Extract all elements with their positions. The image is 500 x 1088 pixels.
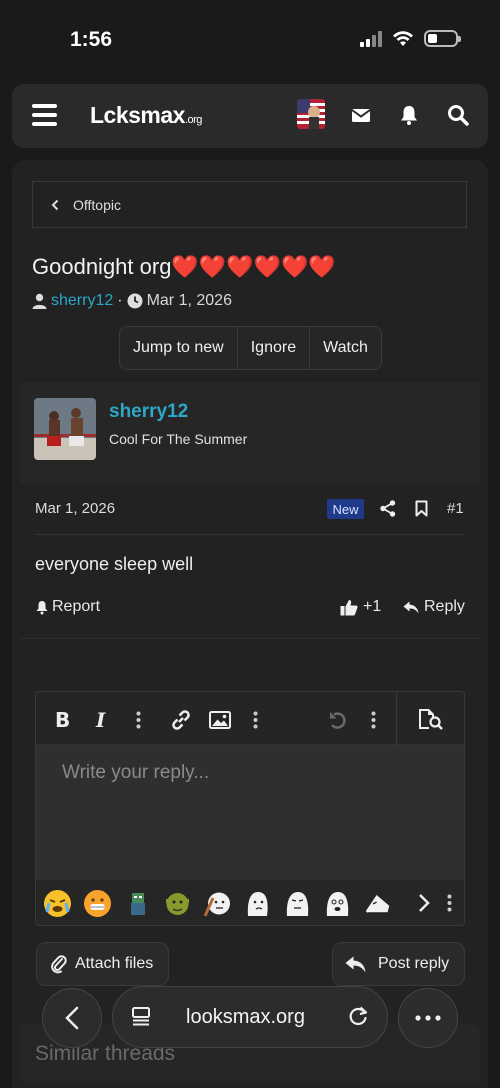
grimace-emoji[interactable] [84, 890, 111, 917]
emoji-bar [36, 880, 464, 925]
jump-to-new-button[interactable]: Jump to new [120, 327, 238, 369]
reply-button[interactable]: Reply [403, 598, 465, 616]
breadcrumb[interactable]: Offtopic [32, 181, 467, 228]
user-icon [32, 293, 47, 309]
reply-label: Reply [424, 598, 465, 615]
divider [20, 638, 480, 639]
attach-files-label: Attach files [75, 955, 154, 972]
post-actions: Report +1 Reply [35, 598, 465, 620]
editor-toolbar: B I [36, 692, 464, 745]
report-button[interactable]: Report [35, 598, 100, 616]
user-avatar[interactable] [34, 398, 96, 460]
user-title: Cool For The Summer [109, 431, 248, 447]
bookmark-icon[interactable] [415, 500, 428, 517]
new-badge: New [327, 499, 364, 519]
like-button[interactable]: +1 [340, 598, 381, 616]
reply-placeholder: Write your reply... [62, 762, 210, 783]
ignore-button[interactable]: Ignore [238, 327, 311, 369]
image-icon[interactable] [209, 711, 231, 729]
signal-icon [360, 30, 382, 47]
attach-files-button[interactable]: Attach files [36, 942, 169, 986]
shrek-emoji[interactable] [164, 890, 191, 917]
goblin-emoji[interactable] [124, 890, 151, 917]
status-bar: 1:56 [0, 0, 500, 80]
thread-date[interactable]: Mar 1, 2026 [147, 292, 232, 310]
watch-button[interactable]: Watch [310, 327, 381, 369]
report-label: Report [52, 598, 101, 615]
chevron-right-icon[interactable] [418, 893, 430, 913]
post-reply-label: Post reply [378, 955, 450, 972]
mail-icon[interactable] [350, 104, 372, 126]
preview-icon[interactable] [418, 708, 444, 730]
wojak-emoji[interactable] [204, 890, 231, 917]
toolbar-separator [396, 692, 397, 745]
undo-icon[interactable] [328, 710, 348, 730]
like-count: +1 [363, 598, 382, 615]
status-icons [360, 30, 461, 47]
post-date[interactable]: Mar 1, 2026 [35, 500, 115, 517]
browser-url[interactable]: looksmax.org [186, 1006, 305, 1029]
more-vertical-icon[interactable] [253, 711, 258, 729]
battery-icon [424, 30, 461, 47]
bold-icon[interactable]: B [55, 708, 70, 732]
chevron-left-icon [65, 1006, 79, 1030]
post-username[interactable]: sherry12 [109, 401, 188, 423]
bell-icon[interactable] [398, 104, 420, 126]
browser-back-button[interactable] [42, 988, 102, 1048]
more-vertical-icon[interactable] [371, 711, 376, 729]
breadcrumb-label: Offtopic [73, 196, 121, 213]
status-time: 1:56 [70, 28, 113, 51]
post-reply-button[interactable]: Post reply [332, 942, 465, 986]
share-icon[interactable] [380, 500, 396, 517]
site-logo[interactable]: Lcksmax.org [90, 102, 202, 129]
wojak-emoji[interactable] [324, 890, 351, 917]
wojak-emoji[interactable] [364, 890, 391, 917]
post-number[interactable]: #1 [447, 500, 464, 517]
thread-title: Goodnight org❤️❤️❤️❤️❤️❤️ [32, 254, 336, 279]
wojak-emoji[interactable] [244, 890, 271, 917]
more-vertical-icon[interactable] [136, 711, 141, 729]
more-horizontal-icon [415, 1015, 441, 1021]
wifi-icon [393, 30, 413, 46]
chevron-left-icon [51, 199, 59, 210]
thread-actions: Jump to new Ignore Watch [119, 326, 382, 370]
thumbs-up-icon [340, 599, 358, 615]
link-icon[interactable] [170, 709, 192, 731]
paperclip-icon [51, 955, 67, 974]
reply-editor: B I Write your reply... [35, 691, 465, 926]
browser-more-button[interactable] [398, 988, 458, 1048]
more-vertical-icon[interactable] [447, 894, 452, 912]
account-avatar[interactable] [297, 99, 325, 129]
meta-separator: · [117, 292, 123, 309]
italic-icon[interactable]: I [96, 708, 105, 732]
search-icon[interactable] [447, 104, 469, 126]
clock-icon [127, 293, 143, 309]
page-menu-icon[interactable] [131, 1006, 151, 1026]
thread-meta: sherry12 · Mar 1, 2026 [32, 292, 232, 310]
divider [35, 534, 465, 535]
wojak-emoji[interactable] [284, 890, 311, 917]
post-body: everyone sleep well [35, 554, 194, 574]
reply-icon [345, 956, 366, 972]
bell-icon [36, 600, 48, 614]
reload-icon[interactable] [348, 1006, 368, 1026]
menu-icon[interactable] [32, 104, 57, 126]
thread-author[interactable]: sherry12 [51, 292, 113, 310]
reply-icon [403, 601, 419, 613]
crying-emoji[interactable] [44, 890, 71, 917]
